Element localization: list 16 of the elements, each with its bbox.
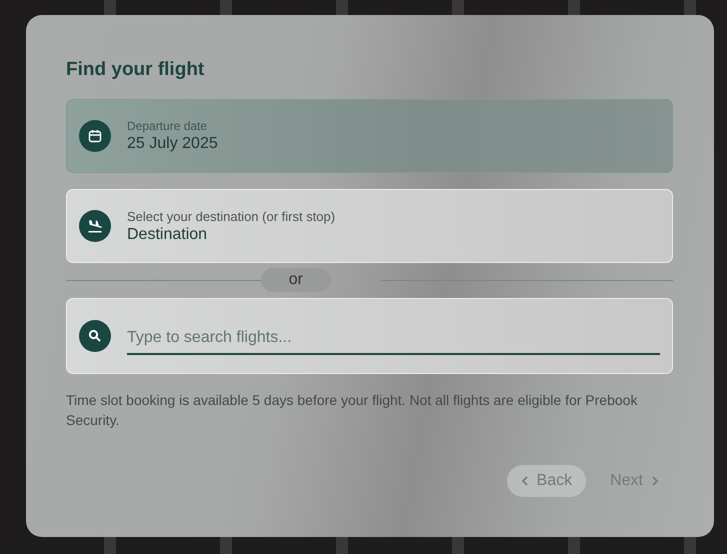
chevron-left-icon — [520, 475, 529, 487]
field-label: Select your destination (or first stop) — [127, 208, 336, 224]
chevron-right-icon — [651, 475, 659, 487]
info-note: Time slot booking is available 5 days before your flight. Not all flights are eligible for Prebook Security. — [66, 391, 638, 430]
dialog-title: Find your flight — [66, 59, 206, 81]
divider-label: or — [260, 268, 331, 292]
search-input[interactable]: Type to search flights... — [127, 323, 660, 355]
search-icon — [88, 329, 102, 343]
destination-field[interactable]: Select your destination (or first stop) Destination — [66, 189, 673, 263]
field-value: 25 July 2025 — [127, 135, 218, 153]
search-field[interactable]: Type to search flights... — [66, 298, 673, 374]
field-value: Destination — [127, 226, 208, 244]
field-label: Departure date — [127, 119, 208, 133]
plane-landing-icon — [87, 218, 103, 234]
date-field[interactable]: Departure date 25 July 2025 — [66, 99, 673, 173]
calendar-icon — [88, 129, 102, 143]
